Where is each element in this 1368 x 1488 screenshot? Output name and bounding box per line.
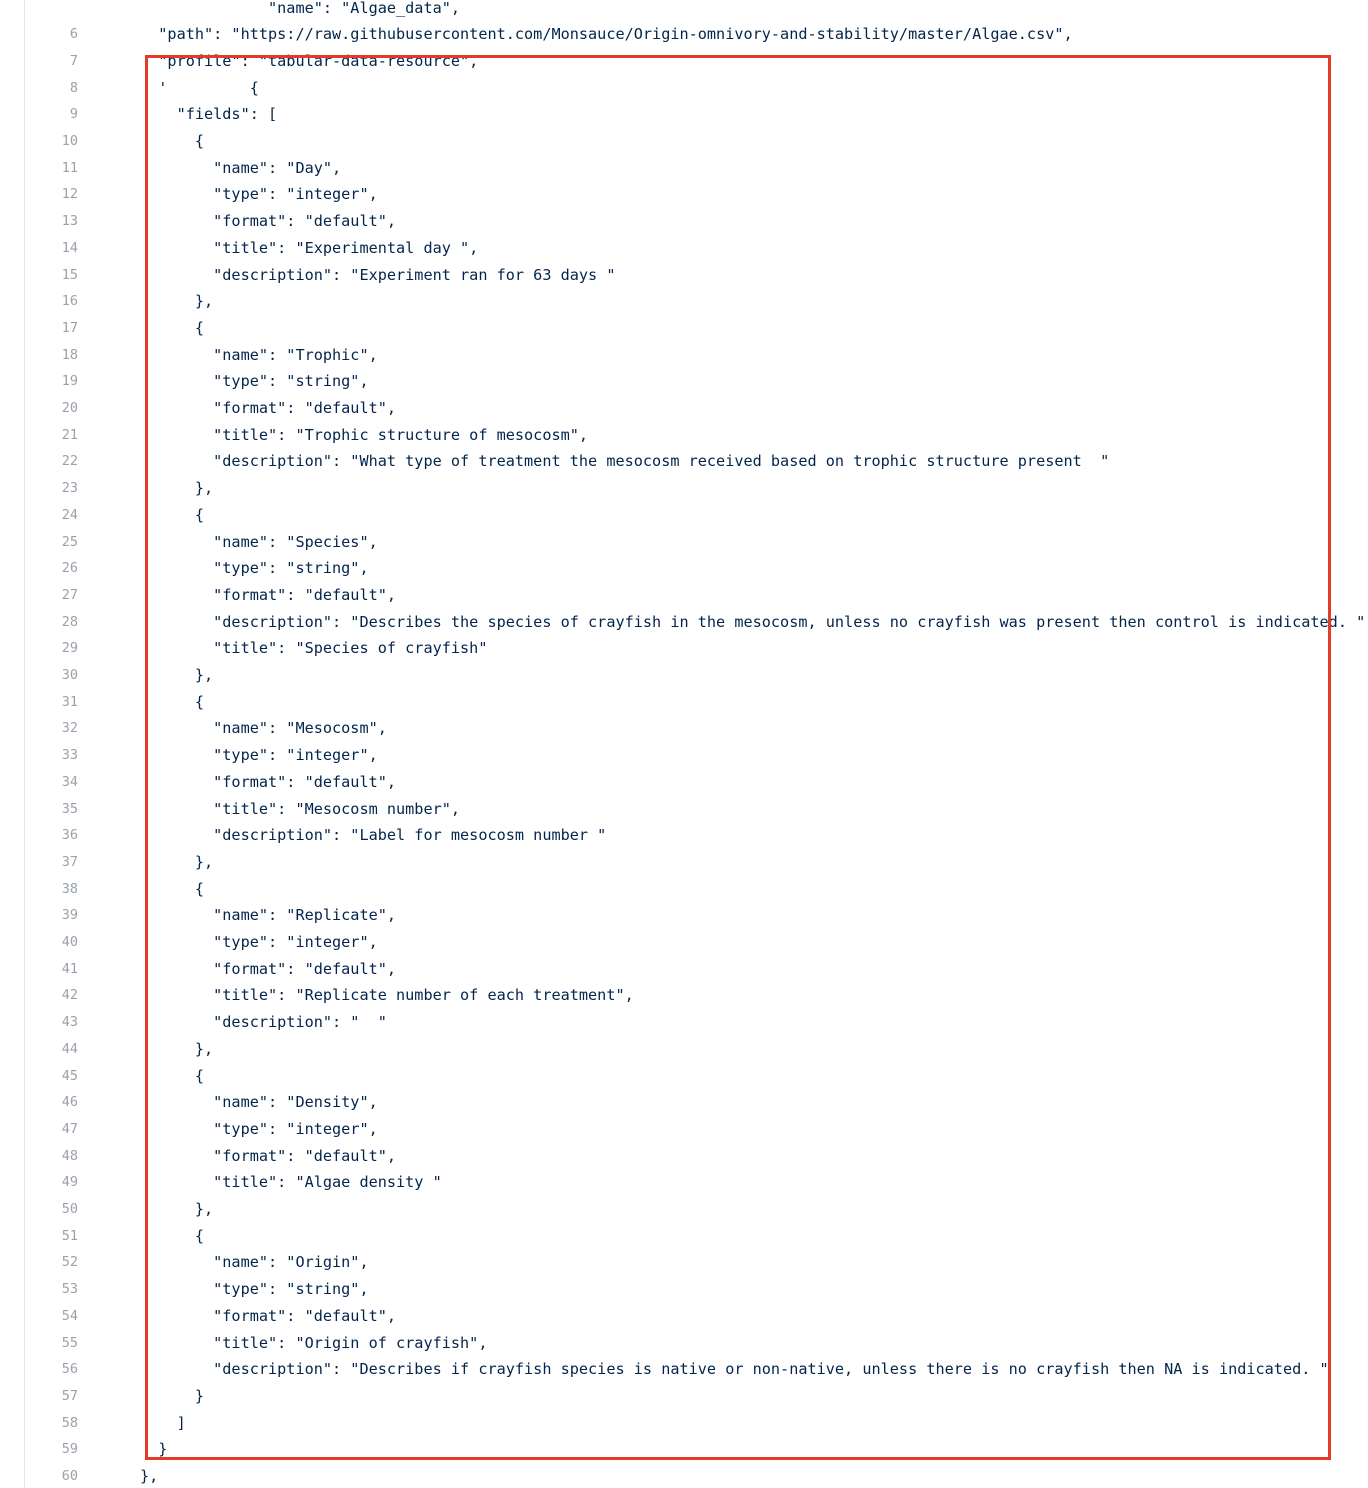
line-number: 28 bbox=[61, 613, 78, 630]
line-number: 55 bbox=[61, 1334, 78, 1351]
line-number: 17 bbox=[61, 319, 78, 336]
line-number: 35 bbox=[61, 800, 78, 817]
line-number: 41 bbox=[61, 960, 78, 977]
line-number: 33 bbox=[61, 747, 78, 764]
line-number: 45 bbox=[61, 1067, 78, 1084]
line-number: 34 bbox=[61, 773, 78, 790]
line-number: 36 bbox=[61, 827, 78, 844]
line-number: 58 bbox=[61, 1414, 78, 1431]
line-number: 8 bbox=[69, 79, 78, 96]
line-number: 23 bbox=[61, 480, 78, 497]
line-number: 44 bbox=[61, 1040, 78, 1057]
code-line: 6 "path": "https://raw.githubusercontent… bbox=[0, 21, 1368, 48]
line-number: 57 bbox=[61, 1387, 78, 1404]
line-number: 59 bbox=[61, 1441, 78, 1458]
line-number: 49 bbox=[61, 1174, 78, 1191]
line-number: 46 bbox=[61, 1094, 78, 1111]
line-number: 43 bbox=[61, 1014, 78, 1031]
line-number: 13 bbox=[61, 213, 78, 230]
code-viewer: "name": "Algae_data", 6 "path": "https://… bbox=[0, 0, 1368, 1488]
line-number: 7 bbox=[69, 52, 78, 69]
line-number: 32 bbox=[61, 720, 78, 737]
line-number: 47 bbox=[61, 1120, 78, 1137]
line-number: 54 bbox=[61, 1307, 78, 1324]
line-number: 37 bbox=[61, 853, 78, 870]
line-number: 29 bbox=[61, 640, 78, 657]
line-number: 6 bbox=[69, 26, 78, 43]
highlight-box bbox=[145, 55, 1331, 1460]
line-number: 22 bbox=[61, 453, 78, 470]
line-number: 18 bbox=[61, 346, 78, 363]
line-number: 15 bbox=[61, 266, 78, 283]
line-number: 31 bbox=[61, 693, 78, 710]
line-number: 30 bbox=[61, 667, 78, 683]
line-number: 48 bbox=[61, 1147, 78, 1164]
line-text: "name": "Algae_data", bbox=[140, 0, 461, 17]
line-number: 9 bbox=[69, 106, 78, 123]
line-number: 27 bbox=[61, 586, 78, 603]
line-number: 10 bbox=[61, 133, 78, 149]
line-number: 11 bbox=[61, 159, 78, 176]
line-number: 38 bbox=[61, 880, 78, 897]
line-number: 20 bbox=[61, 400, 78, 416]
line-number: 26 bbox=[61, 560, 78, 577]
line-number: 25 bbox=[61, 533, 78, 550]
line-number: 56 bbox=[61, 1361, 78, 1378]
line-number: 50 bbox=[61, 1201, 78, 1217]
line-number: 16 bbox=[61, 293, 78, 310]
line-number: 40 bbox=[61, 934, 78, 950]
line-number: 52 bbox=[61, 1254, 78, 1271]
line-number: 12 bbox=[61, 186, 78, 203]
line-text: "path": "https://raw.githubusercontent.c… bbox=[140, 25, 1073, 44]
code-line: "name": "Algae_data", bbox=[0, 0, 1368, 21]
line-number: 60 bbox=[61, 1468, 78, 1484]
line-number: 14 bbox=[61, 239, 78, 256]
line-number: 21 bbox=[61, 426, 78, 443]
line-number: 51 bbox=[61, 1227, 78, 1244]
line-number: 19 bbox=[61, 373, 78, 390]
code-line: 60}, bbox=[0, 1463, 1368, 1488]
line-text: }, bbox=[140, 1467, 159, 1485]
line-number: 39 bbox=[61, 907, 78, 924]
line-number: 42 bbox=[61, 987, 78, 1004]
line-number: 53 bbox=[61, 1281, 78, 1298]
line-number: 24 bbox=[61, 506, 78, 523]
